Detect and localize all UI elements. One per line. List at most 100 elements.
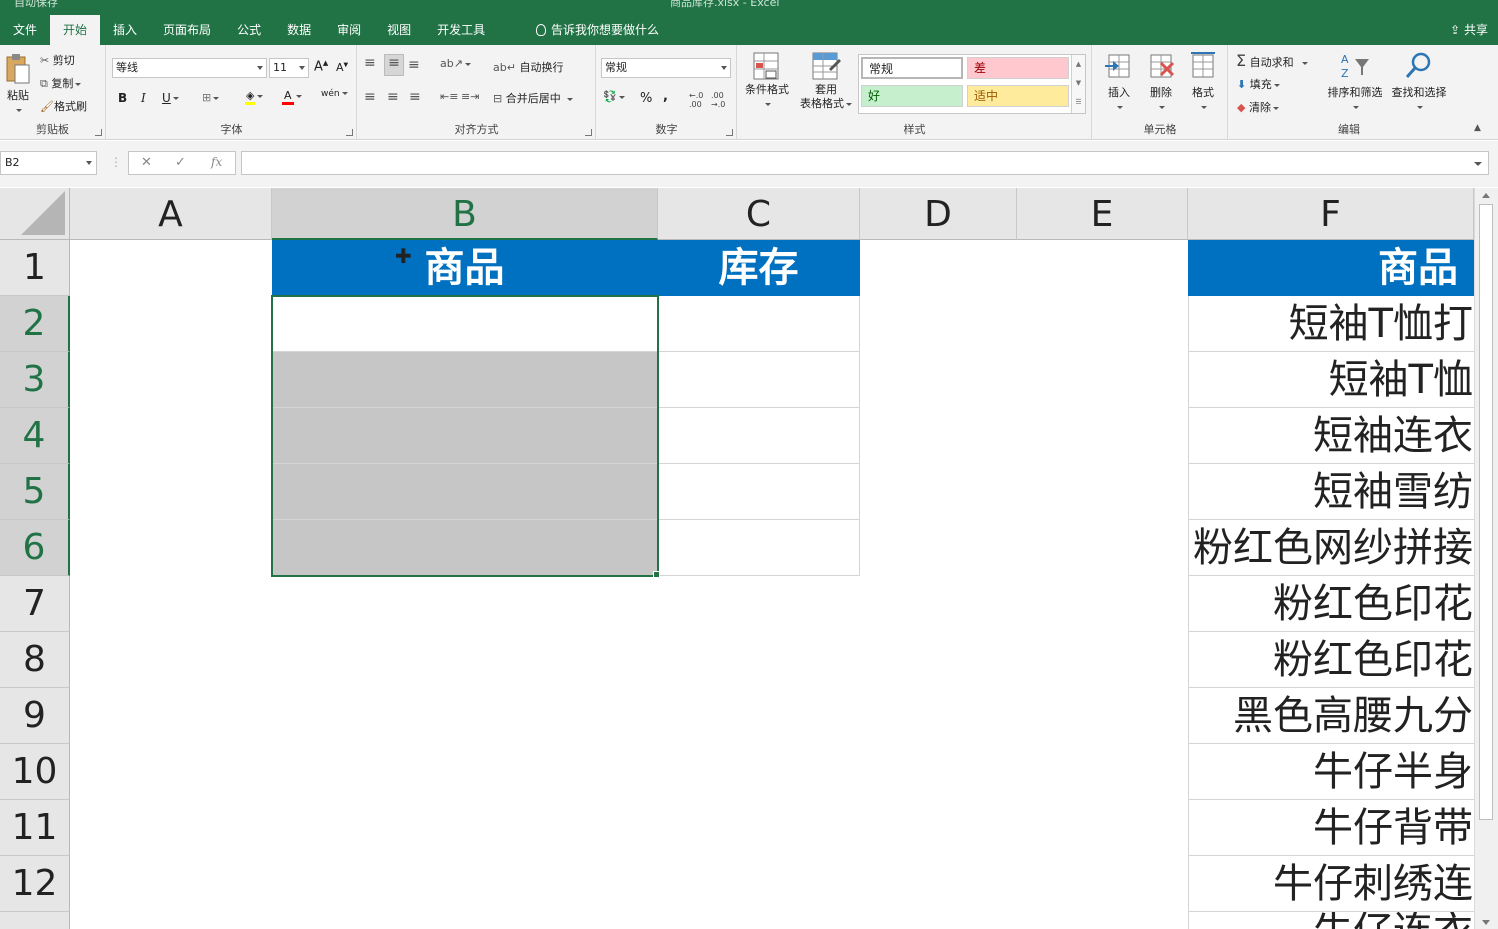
autosave-label[interactable]: 自动保存 bbox=[14, 0, 58, 8]
gallery-scroll[interactable]: ▲ ▼ ☰ bbox=[1071, 55, 1085, 113]
align-middle-icon[interactable]: ≡ bbox=[384, 54, 404, 76]
row-header-9[interactable]: 9 bbox=[0, 688, 70, 744]
align-center-icon[interactable]: ≡ bbox=[387, 89, 399, 105]
share-button[interactable]: ⇪ 共享 bbox=[1450, 15, 1488, 45]
cell-f13[interactable]: 牛仔连衣 bbox=[1189, 912, 1474, 929]
scroll-up-icon[interactable] bbox=[1482, 193, 1490, 198]
format-painter-button[interactable]: 🖌格式刷 bbox=[40, 98, 87, 114]
row-header-3[interactable]: 3 bbox=[0, 352, 70, 408]
insert-function-icon[interactable]: fx bbox=[211, 155, 222, 169]
tab-page-layout[interactable]: 页面布局 bbox=[150, 15, 224, 45]
name-box[interactable]: B2 bbox=[0, 151, 97, 175]
cell-f8[interactable]: 粉红色印花 bbox=[1189, 632, 1474, 688]
cell-f6[interactable]: 粉红色网纱拼接 bbox=[1189, 520, 1474, 576]
cell-b6[interactable] bbox=[272, 520, 658, 576]
style-bad[interactable]: 差 bbox=[967, 57, 1069, 79]
cell-f2[interactable]: 短袖T恤打 bbox=[1189, 296, 1474, 352]
clipboard-launcher-icon[interactable] bbox=[95, 129, 102, 136]
align-left-icon[interactable]: ≡ bbox=[364, 89, 376, 105]
border-button[interactable]: ⊞ bbox=[202, 91, 220, 104]
cell-c3[interactable] bbox=[658, 352, 860, 408]
cell-f11[interactable]: 牛仔背带 bbox=[1189, 800, 1474, 856]
tab-home[interactable]: 开始 bbox=[50, 15, 101, 45]
cell-f1[interactable]: 商品 bbox=[1188, 240, 1474, 296]
cell-f3[interactable]: 短袖T恤 bbox=[1189, 352, 1474, 408]
cell-f7[interactable]: 粉红色印花 bbox=[1189, 576, 1474, 632]
row-header-12[interactable]: 12 bbox=[0, 856, 70, 912]
decrease-indent-icon[interactable]: ⇤≡ bbox=[440, 90, 458, 103]
wrap-text-button[interactable]: ab↵ 自动换行 bbox=[493, 59, 563, 75]
select-all-corner[interactable] bbox=[0, 188, 70, 240]
align-top-icon[interactable]: ≡ bbox=[364, 55, 376, 71]
scroll-thumb[interactable] bbox=[1479, 204, 1493, 820]
cell-b5[interactable] bbox=[272, 464, 658, 520]
expand-formula-icon[interactable] bbox=[1474, 162, 1482, 166]
accounting-format-button[interactable]: 💱 bbox=[603, 90, 625, 103]
decrease-decimal-icon[interactable]: .00 →.0 bbox=[711, 91, 725, 109]
vertical-scrollbar[interactable] bbox=[1474, 188, 1498, 929]
column-header-b[interactable]: B bbox=[272, 188, 658, 240]
formula-input[interactable] bbox=[241, 151, 1489, 175]
row-header-10[interactable]: 10 bbox=[0, 744, 70, 800]
number-launcher-icon[interactable] bbox=[726, 129, 733, 136]
format-cells-button[interactable]: 格式 bbox=[1185, 51, 1221, 113]
column-header-a[interactable]: A bbox=[70, 188, 272, 240]
copy-button[interactable]: ⧉ 复制 bbox=[40, 75, 82, 91]
fill-color-button[interactable]: ◈ bbox=[245, 89, 264, 105]
font-name-select[interactable]: 等线 bbox=[112, 58, 267, 78]
cell-c6[interactable] bbox=[658, 520, 860, 576]
enter-icon[interactable]: ✓ bbox=[175, 155, 186, 170]
cell-f5[interactable]: 短袖雪纺 bbox=[1189, 464, 1474, 520]
style-neutral[interactable]: 适中 bbox=[967, 85, 1069, 107]
fill-button[interactable]: ⬇ 填充 bbox=[1237, 76, 1280, 92]
font-launcher-icon[interactable] bbox=[346, 129, 353, 136]
cell-f12[interactable]: 牛仔刺绣连 bbox=[1189, 856, 1474, 912]
cell-f10[interactable]: 牛仔半身 bbox=[1189, 744, 1474, 800]
cell-c1[interactable]: 库存 bbox=[658, 240, 860, 296]
fill-handle[interactable] bbox=[653, 571, 660, 578]
conditional-format-button[interactable]: 条件格式 bbox=[742, 51, 792, 110]
alignment-launcher-icon[interactable] bbox=[585, 129, 592, 136]
underline-button[interactable]: U bbox=[162, 91, 179, 105]
cell-b4[interactable] bbox=[272, 408, 658, 464]
row-header-7[interactable]: 7 bbox=[0, 576, 70, 632]
cut-button[interactable]: ✂ 剪切 bbox=[40, 52, 75, 68]
cell-c5[interactable] bbox=[658, 464, 860, 520]
orientation-button[interactable]: ab↗ bbox=[440, 57, 471, 70]
cancel-icon[interactable]: ✕ bbox=[141, 155, 152, 170]
increase-decimal-icon[interactable]: ←.0.00 bbox=[689, 91, 703, 109]
row-header-4[interactable]: 4 bbox=[0, 408, 70, 464]
paste-button[interactable]: 粘贴 bbox=[4, 53, 32, 116]
row-header-1[interactable]: 1 bbox=[0, 240, 70, 296]
align-bottom-icon[interactable]: ≡ bbox=[408, 57, 420, 73]
tab-data[interactable]: 数据 bbox=[274, 15, 324, 45]
find-select-button[interactable]: 查找和选择 bbox=[1388, 51, 1450, 113]
column-header-f[interactable]: F bbox=[1188, 188, 1474, 240]
cell-b1[interactable]: 商品 bbox=[272, 240, 658, 296]
scroll-down-icon[interactable] bbox=[1482, 920, 1490, 925]
insert-cells-button[interactable]: 插入 bbox=[1101, 51, 1137, 113]
cell-b3[interactable] bbox=[272, 352, 658, 408]
comma-style-button[interactable]: , bbox=[663, 89, 668, 104]
increase-indent-icon[interactable]: ≡⇥ bbox=[461, 90, 479, 103]
column-header-d[interactable]: D bbox=[860, 188, 1017, 240]
column-header-e[interactable]: E bbox=[1017, 188, 1188, 240]
cell-f4[interactable]: 短袖连衣 bbox=[1189, 408, 1474, 464]
row-header-8[interactable]: 8 bbox=[0, 632, 70, 688]
phonetic-button[interactable]: wén bbox=[321, 89, 348, 99]
gallery-down-icon[interactable]: ▼ bbox=[1072, 74, 1085, 93]
align-right-icon[interactable]: ≡ bbox=[409, 89, 421, 105]
cell-c2[interactable] bbox=[658, 296, 860, 352]
delete-cells-button[interactable]: 删除 bbox=[1143, 51, 1179, 113]
clear-button[interactable]: ◆ 清除 bbox=[1237, 99, 1279, 115]
format-as-table-button[interactable]: 套用 表格格式 bbox=[796, 51, 856, 111]
cell-f9[interactable]: 黑色高腰九分 bbox=[1189, 688, 1474, 744]
cell-c4[interactable] bbox=[658, 408, 860, 464]
worksheet-grid[interactable]: A B C D E F 1 2 3 4 5 6 7 8 9 10 11 12 商… bbox=[0, 188, 1474, 929]
tell-me-box[interactable]: 告诉我你想要做什么 bbox=[536, 15, 659, 45]
tab-file[interactable]: 文件 bbox=[0, 15, 50, 45]
merge-center-button[interactable]: ⊟ 合并后居中 bbox=[493, 90, 573, 106]
row-header-13[interactable] bbox=[0, 912, 70, 929]
percent-button[interactable]: % bbox=[640, 91, 652, 106]
shrink-font-button[interactable]: A▼ bbox=[336, 61, 348, 74]
